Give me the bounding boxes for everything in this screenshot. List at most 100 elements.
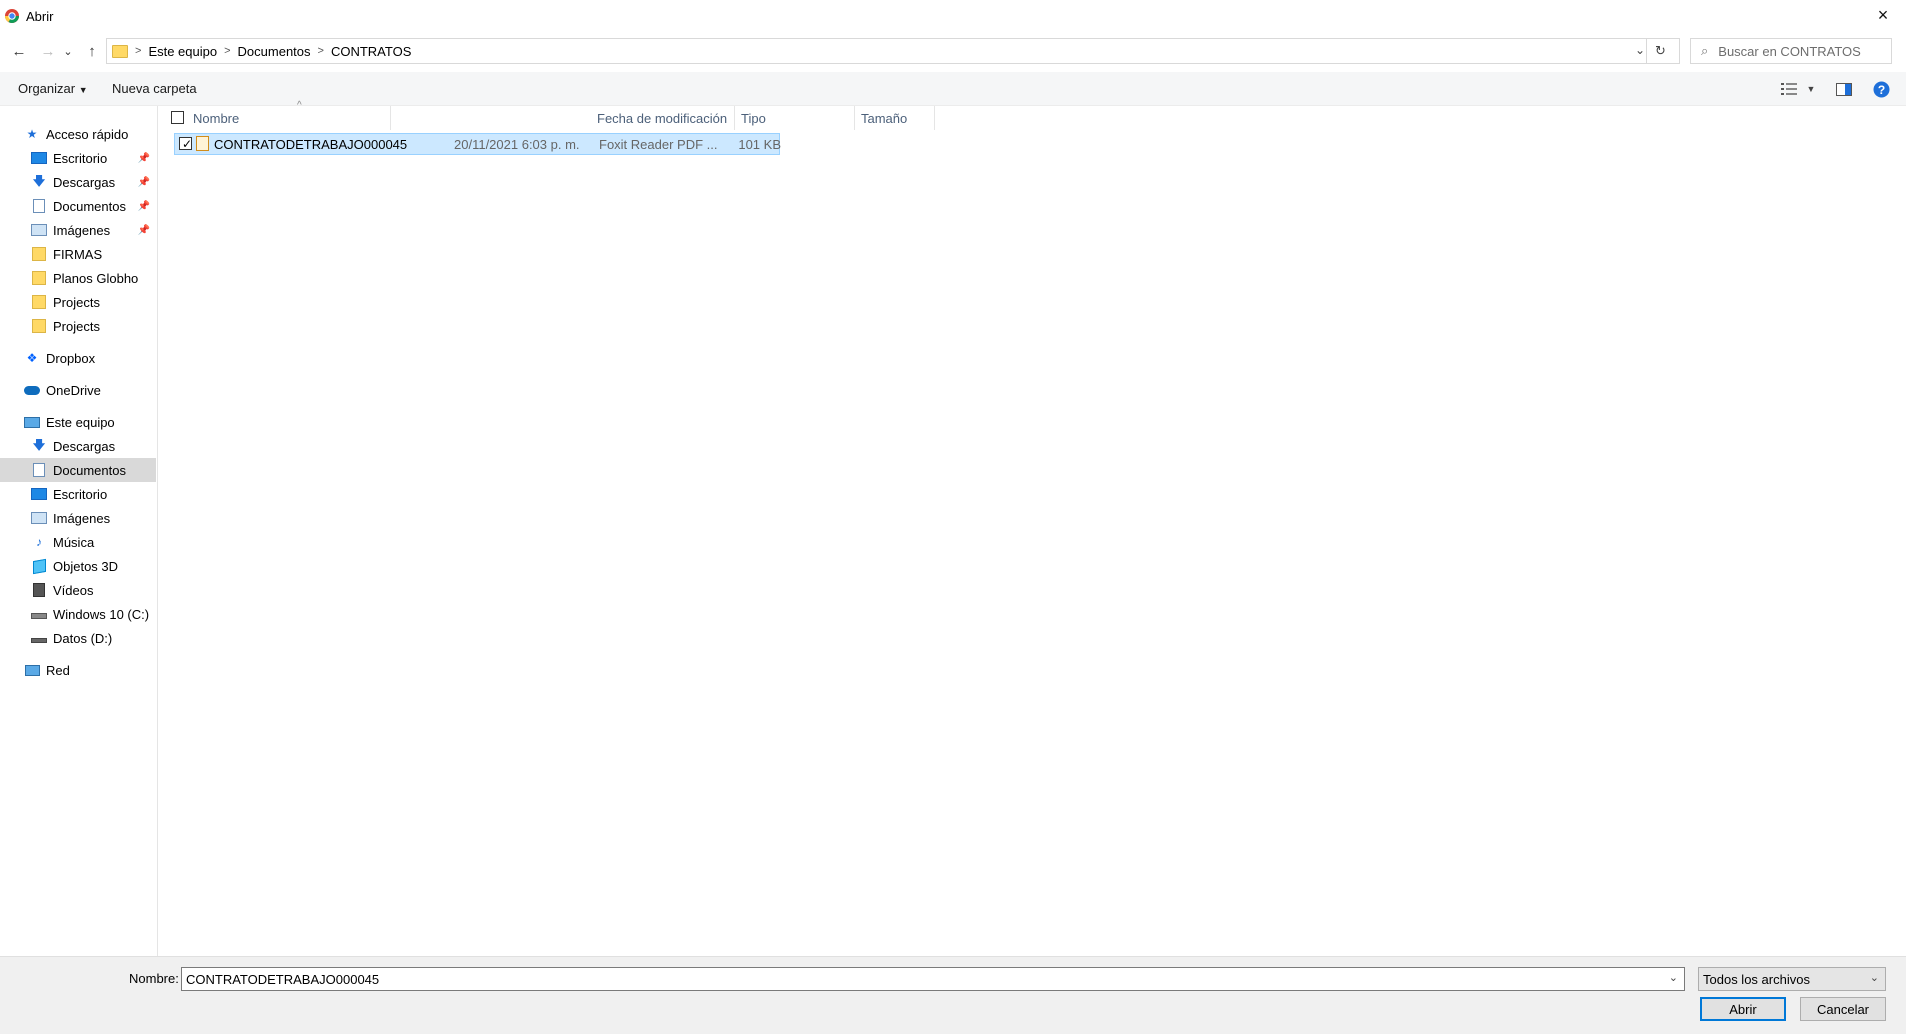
sidebar-item-onedrive[interactable]: OneDrive [0,378,156,402]
address-dropdown-icon[interactable]: ⌄ [1635,43,1645,57]
sidebar-item-red[interactable]: Red [0,658,156,682]
chevron-right-icon: > [135,45,142,57]
videos-icon [31,583,47,597]
refresh-button[interactable]: ↻ [1646,38,1674,64]
pin-icon[interactable]: 📌 [138,201,150,212]
breadcrumb-este-equipo[interactable]: Este equipo [148,44,217,59]
sidebar-item-pc-escritorio[interactable]: Escritorio [0,482,156,506]
refresh-icon: ↻ [1655,43,1666,58]
sidebar-item-pc-musica[interactable]: ♪ Música [0,530,156,554]
drive-d-icon [31,631,47,645]
sidebar-item-projects-2[interactable]: Projects [0,314,156,338]
sidebar-item-acceso-rapido[interactable]: ★ Acceso rápido [0,122,156,146]
navigation-pane: ★ Acceso rápido Escritorio 📌 🡇 Descargas… [0,106,158,956]
chevron-down-icon[interactable]: ⌄ [1669,971,1678,984]
chevron-down-icon: ⌄ [1869,972,1879,984]
sidebar-item-pc-objetos-3d[interactable]: Objetos 3D [0,554,156,578]
sidebar-item-projects[interactable]: Projects [0,290,156,314]
address-bar[interactable]: > Este equipo > Documentos > CONTRATOS ⌄ [106,38,1680,64]
organize-button[interactable]: Organizar ▼ [18,81,88,96]
sidebar-item-documentos[interactable]: Documentos 📌 [0,194,156,218]
folder-icon [31,295,47,309]
up-arrow-icon: ↑ [88,42,96,60]
sidebar-item-imagenes[interactable]: Imágenes 📌 [0,218,156,242]
sidebar-item-dropbox[interactable]: ❖ Dropbox [0,346,156,370]
sidebar-item-pc-documentos[interactable]: Documentos [0,458,156,482]
preview-pane-button[interactable] [1833,78,1855,100]
sidebar-item-firmas[interactable]: FIRMAS [0,242,156,266]
download-icon: 🡇 [32,437,46,452]
pin-icon[interactable]: 📌 [138,153,150,164]
row-checkbox[interactable]: ✓ [179,137,193,151]
column-header-tamano[interactable]: Tamaño [855,106,935,130]
file-modified: 20/11/2021 6:03 p. m. [454,137,580,152]
up-button[interactable]: ↑ [81,40,103,62]
filename-input[interactable]: CONTRATODETRABAJO000045 ⌄ [181,967,1685,991]
open-button[interactable]: Abrir [1700,997,1786,1021]
forward-arrow-icon: → [40,42,56,60]
help-button[interactable]: ? [1870,78,1892,100]
sidebar-item-pc-descargas[interactable]: 🡇 Descargas [0,434,156,458]
file-type-filter[interactable]: Todos los archivos ⌄ [1698,967,1886,991]
help-icon: ? [1873,81,1889,97]
recent-locations-button[interactable]: ⌄ [61,40,75,62]
sidebar-item-planos-globho[interactable]: Planos Globho [0,266,156,290]
network-icon [24,663,40,677]
close-button[interactable]: × [1860,0,1906,30]
column-header-nombre[interactable]: Nombre [187,106,391,130]
star-icon: ★ [26,127,38,141]
sidebar-item-pc-datos-d[interactable]: Datos (D:) [0,626,156,650]
sidebar-item-pc-windows-c[interactable]: Windows 10 (C:) [0,602,156,626]
window-title: Abrir [26,8,54,24]
sidebar-item-pc-imagenes[interactable]: Imágenes [0,506,156,530]
chevron-right-icon: > [224,45,231,57]
pictures-icon [31,223,47,237]
onedrive-cloud-icon [24,383,40,397]
file-list[interactable]: ^ Nombre Fecha de modificación Tipo Tama… [159,100,1906,956]
folder-icon [31,271,47,285]
search-icon: ⌕ [1701,43,1709,58]
back-arrow-icon: ← [11,42,27,60]
cancel-button[interactable]: Cancelar [1800,997,1886,1021]
drive-c-icon [31,607,47,621]
search-input[interactable]: ⌕ Buscar en CONTRATOS [1690,38,1892,64]
breadcrumb-documentos[interactable]: Documentos [238,44,311,59]
back-button[interactable]: ← [8,40,30,62]
select-all-checkbox[interactable] [171,111,184,124]
preview-pane-icon [1836,82,1852,96]
details-view-icon [1781,83,1797,95]
filename-label: Nombre: [129,971,179,986]
music-icon: ♪ [36,535,42,549]
chevron-right-icon: > [317,45,324,57]
folder-icon [112,44,128,58]
caret-down-icon: ▼ [1806,84,1816,94]
forward-button[interactable]: → [37,40,59,62]
sidebar-item-descargas[interactable]: 🡇 Descargas 📌 [0,170,156,194]
title-bar: Abrir × [0,0,1906,32]
column-header-fecha[interactable]: Fecha de modificación [591,106,735,130]
address-row: ← → ⌄ ↑ > Este equipo > Documentos > CON… [0,34,1906,68]
breadcrumb-contratos[interactable]: CONTRATOS [331,44,411,59]
sidebar-item-escritorio[interactable]: Escritorio 📌 [0,146,156,170]
view-options-button[interactable] [1778,78,1800,100]
new-folder-button[interactable]: Nueva carpeta [112,81,197,96]
column-header-tipo[interactable]: Tipo [735,106,855,130]
view-dropdown-button[interactable]: ▼ [1800,78,1822,100]
sidebar-item-pc-videos[interactable]: Vídeos [0,578,156,602]
desktop-icon [31,151,47,165]
file-row[interactable]: ✓ CONTRATODETRABAJO000045 20/11/2021 6:0… [174,133,781,155]
caret-down-icon: ▼ [78,85,88,95]
pin-icon[interactable]: 📌 [138,225,150,236]
checkmark-icon: ✓ [182,137,193,151]
folder-icon [31,319,47,333]
pictures-icon [31,511,47,525]
toolbar: Organizar ▼ Nueva carpeta ▼ ? [0,72,1906,106]
pin-icon[interactable]: 📌 [138,177,150,188]
filter-value: Todos los archivos [1703,971,1810,987]
sidebar-item-este-equipo[interactable]: Este equipo [0,410,156,434]
close-icon: × [1877,4,1889,25]
folder-icon [31,247,47,261]
file-name: CONTRATODETRABAJO000045 [214,137,408,152]
pdf-file-icon [196,136,209,151]
computer-icon [24,415,40,429]
